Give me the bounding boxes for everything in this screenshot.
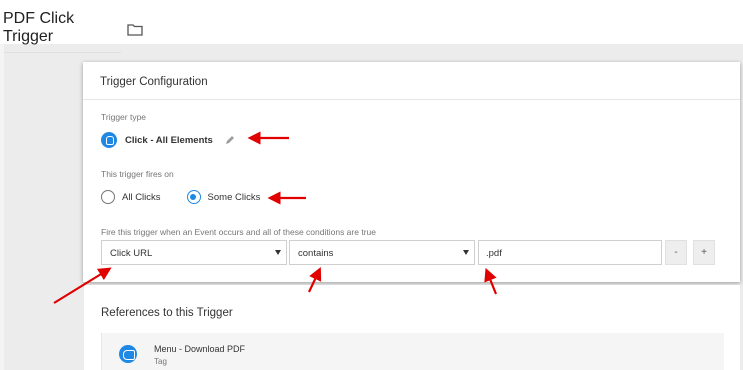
chevron-down-icon bbox=[275, 250, 281, 255]
trigger-type-label: Trigger type bbox=[101, 112, 147, 122]
pencil-icon[interactable] bbox=[225, 135, 235, 145]
fires-on-label: This trigger fires on bbox=[101, 169, 174, 179]
some-clicks-label[interactable]: Some Clicks bbox=[208, 192, 261, 203]
variable-select-value: Click URL bbox=[110, 248, 153, 259]
page-title[interactable]: PDF Click Trigger bbox=[3, 10, 121, 53]
references-heading: References to this Trigger bbox=[101, 307, 233, 319]
all-clicks-radio[interactable] bbox=[101, 190, 115, 204]
references-card: References to this Trigger Menu - Downlo… bbox=[84, 285, 740, 370]
trigger-configuration-card: Trigger Configuration Trigger type Click… bbox=[83, 62, 740, 282]
reference-item[interactable]: Menu - Download PDF Tag bbox=[101, 333, 724, 370]
trigger-type-row[interactable]: Click - All Elements bbox=[101, 132, 235, 148]
all-clicks-label[interactable]: All Clicks bbox=[122, 192, 161, 203]
left-gutter bbox=[0, 44, 4, 370]
trigger-type-value: Click - All Elements bbox=[125, 134, 213, 146]
condition-label: Fire this trigger when an Event occurs a… bbox=[101, 227, 376, 237]
variable-select[interactable]: Click URL bbox=[101, 240, 287, 265]
condition-value-input[interactable]: .pdf bbox=[478, 240, 662, 265]
operator-select-value: contains bbox=[298, 248, 334, 259]
title-wrap: PDF Click Trigger bbox=[3, 10, 143, 53]
some-clicks-radio[interactable] bbox=[186, 190, 201, 204]
remove-condition-button[interactable]: - bbox=[665, 240, 687, 265]
click-icon bbox=[101, 132, 117, 148]
operator-select[interactable]: contains bbox=[289, 240, 475, 265]
card-heading: Trigger Configuration bbox=[83, 62, 740, 100]
chevron-down-icon bbox=[463, 250, 469, 255]
reference-name: Menu - Download PDF bbox=[154, 344, 246, 354]
folder-icon[interactable] bbox=[127, 23, 143, 36]
tag-icon bbox=[119, 345, 137, 363]
add-condition-button[interactable]: + bbox=[693, 240, 715, 265]
fires-on-radio-group: All Clicks Some Clicks bbox=[101, 190, 286, 204]
header-bar: PDF Click Trigger bbox=[0, 0, 743, 53]
reference-type: Tag bbox=[154, 357, 167, 366]
